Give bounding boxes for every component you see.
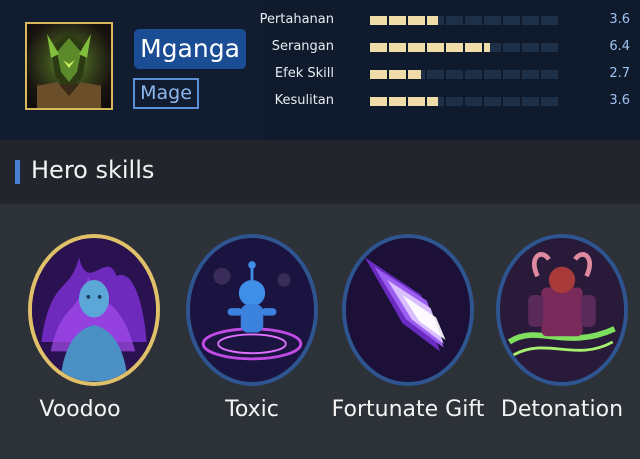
stat-bar-fill-segment — [408, 70, 421, 79]
stat-bar-fill — [370, 43, 491, 52]
toxic-skill-art — [190, 238, 314, 382]
stat-label: Serangan — [271, 39, 334, 54]
stat-bar — [370, 16, 558, 25]
stat-bar-segment — [503, 43, 520, 52]
stat-bar-segment — [503, 97, 520, 106]
stat-label: Efek Skill — [274, 66, 334, 81]
stat-bar-segment — [522, 16, 539, 25]
skill-label: Fortunate Gift — [331, 397, 485, 422]
stat-bar-segment — [484, 16, 501, 25]
stat-bar-segment — [484, 70, 501, 79]
stat-label: Kesulitan — [274, 93, 334, 108]
stat-bar-fill-segment — [389, 97, 406, 106]
stat-bar-fill-segment — [408, 16, 425, 25]
stat-row-kesulitan: Kesulitan 3.6 — [270, 91, 630, 111]
section-accent-bar — [15, 160, 20, 184]
stat-bar-segment — [503, 16, 520, 25]
stat-bar-segment — [465, 16, 482, 25]
stat-bar-fill-segment — [370, 16, 387, 25]
stat-bar-fill-segment — [465, 43, 482, 52]
role-badge: Mage — [133, 78, 199, 109]
stat-bar-fill-segment — [427, 43, 444, 52]
stat-value: 3.6 — [609, 93, 630, 108]
stat-bar-segment — [503, 70, 520, 79]
section-title: Hero skills — [31, 156, 155, 184]
skill-detonation[interactable]: Detonation — [482, 204, 640, 459]
stat-bar-fill-segment — [427, 16, 438, 25]
stat-bar-fill-segment — [484, 43, 491, 52]
stat-bar-fill-segment — [389, 43, 406, 52]
stat-bar-segment — [541, 43, 558, 52]
stat-bar-segment — [465, 97, 482, 106]
stat-bar — [370, 97, 558, 106]
stat-bar-segment — [427, 70, 444, 79]
fortunate-gift-skill-icon[interactable] — [342, 234, 474, 386]
stat-bar-segment — [522, 70, 539, 79]
toxic-skill-icon[interactable] — [186, 234, 318, 386]
skills-panel: Voodoo Toxic Fortunate Gift Detonation — [0, 204, 640, 459]
stat-bar-segment — [541, 70, 558, 79]
stat-bar-fill — [370, 70, 421, 79]
stat-bar-fill-segment — [408, 43, 425, 52]
stat-bar-fill-segment — [370, 70, 387, 79]
skill-fortunate-gift[interactable]: Fortunate Gift — [328, 204, 488, 459]
voodoo-skill-icon[interactable] — [28, 234, 160, 386]
detonation-skill-icon[interactable] — [496, 234, 628, 386]
stat-bar — [370, 43, 558, 52]
hero-portrait-art — [37, 30, 101, 108]
stat-bar-fill — [370, 16, 438, 25]
hero-portrait — [25, 22, 113, 110]
stat-bar-fill-segment — [370, 97, 387, 106]
hero-name: Mganga — [134, 29, 246, 69]
fortunate-gift-skill-art — [346, 238, 470, 382]
stat-bar-segment — [446, 70, 463, 79]
stat-value: 3.6 — [609, 12, 630, 27]
stat-bar-fill-segment — [446, 43, 463, 52]
stat-bar-fill-segment — [427, 97, 438, 106]
stat-bar-segment — [541, 16, 558, 25]
stat-bar-fill-segment — [370, 43, 387, 52]
stat-bar-fill-segment — [389, 70, 406, 79]
stat-bar-segment — [541, 97, 558, 106]
stat-bar-segment — [522, 97, 539, 106]
skill-toxic[interactable]: Toxic — [172, 204, 332, 459]
stat-bar — [370, 70, 558, 79]
stat-label: Pertahanan — [259, 12, 334, 27]
stat-bar-segment — [484, 97, 501, 106]
stat-bar-segment — [522, 43, 539, 52]
stat-row-pertahanan: Pertahanan 3.6 — [260, 10, 630, 30]
stat-bar-segment — [446, 97, 463, 106]
skill-label: Toxic — [225, 397, 279, 422]
detonation-skill-art — [500, 238, 624, 382]
skill-voodoo[interactable]: Voodoo — [0, 204, 160, 459]
skill-label: Voodoo — [39, 397, 121, 422]
skill-label: Detonation — [500, 397, 624, 422]
stat-bar-fill-segment — [408, 97, 425, 106]
stat-bar-segment — [446, 16, 463, 25]
stat-bar-fill-segment — [389, 16, 406, 25]
voodoo-skill-art — [32, 238, 156, 382]
stat-row-efek-skill: Efek Skill 2.7 — [270, 64, 630, 84]
stat-row-serangan: Serangan 6.4 — [270, 37, 630, 57]
stat-bar-fill — [370, 97, 438, 106]
stat-bar-segment — [465, 70, 482, 79]
stat-value: 2.7 — [609, 66, 630, 81]
stat-value: 6.4 — [609, 39, 630, 54]
